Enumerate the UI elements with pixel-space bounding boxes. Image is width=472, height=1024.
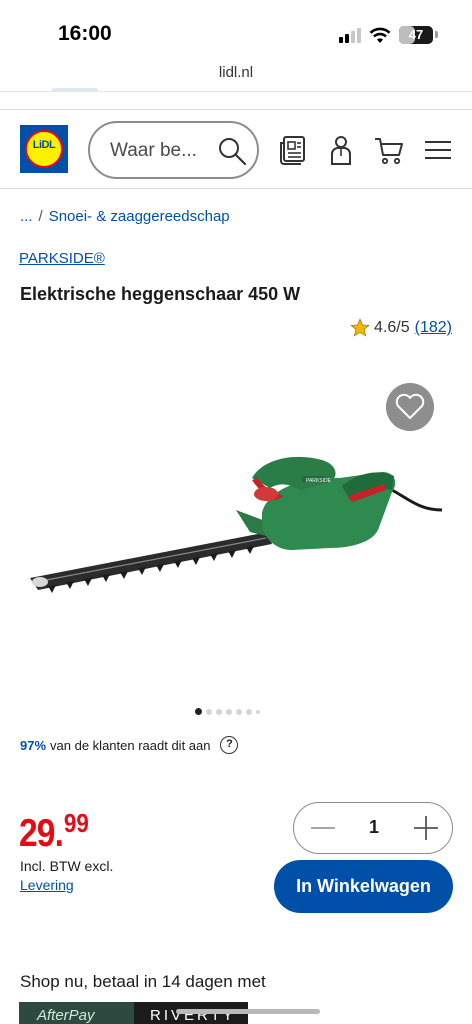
search-icon[interactable] bbox=[216, 135, 248, 167]
breadcrumb-ellipsis[interactable]: ... bbox=[20, 208, 33, 225]
search-box[interactable] bbox=[88, 121, 259, 179]
battery-text: 47 bbox=[408, 27, 424, 42]
payment-title: Shop nu, betaal in 14 dagen met bbox=[20, 972, 266, 991]
help-icon[interactable]: ? bbox=[220, 736, 239, 754]
svg-text:PARKSIDE: PARKSIDE bbox=[306, 478, 332, 484]
lidl-logo[interactable]: LiDL bbox=[20, 125, 68, 173]
carousel-dot[interactable] bbox=[256, 709, 260, 714]
account-icon[interactable] bbox=[325, 134, 357, 166]
breadcrumb-category[interactable]: Snoei- & zaaggereedschap bbox=[49, 208, 230, 225]
battery-icon: 47 bbox=[399, 26, 433, 44]
cart-icon[interactable] bbox=[373, 134, 405, 166]
afterpay-logo: AfterPay bbox=[19, 1002, 134, 1024]
plus-icon[interactable] bbox=[411, 813, 441, 843]
signal-icon bbox=[339, 28, 363, 43]
favorite-button[interactable] bbox=[386, 383, 434, 431]
url-divider bbox=[0, 91, 472, 92]
carousel-dot[interactable] bbox=[226, 708, 232, 715]
battery-tip bbox=[435, 31, 438, 38]
price-integer: 29. bbox=[19, 812, 64, 855]
recommend-text: van de klanten raadt dit aan bbox=[50, 737, 211, 753]
minus-icon[interactable] bbox=[308, 813, 338, 843]
quantity-stepper: 1 bbox=[293, 802, 453, 854]
tax-note: Incl. BTW excl. bbox=[20, 858, 114, 874]
price-cents: 99 bbox=[63, 808, 89, 838]
site-header: LiDL bbox=[0, 109, 472, 189]
url-text: lidl.nl bbox=[218, 64, 254, 81]
leaflet-icon[interactable] bbox=[277, 134, 309, 166]
rating: 4.6/5 (182) bbox=[350, 318, 452, 338]
carousel-dot[interactable] bbox=[206, 708, 212, 715]
breadcrumb-separator: / bbox=[38, 208, 43, 225]
status-bar: 16:00 47 bbox=[0, 0, 472, 58]
logo-text: LiDL bbox=[32, 139, 56, 151]
rating-value: 4.6/5 bbox=[374, 319, 410, 336]
delivery-link[interactable]: Levering bbox=[20, 877, 74, 893]
add-to-cart-button[interactable]: In Winkelwagen bbox=[274, 860, 453, 913]
review-count-link[interactable]: (182) bbox=[415, 319, 452, 337]
quantity-value[interactable]: 1 bbox=[354, 817, 394, 838]
home-indicator[interactable] bbox=[176, 1009, 320, 1014]
product-title: Elektrische heggenschaar 450 W bbox=[20, 284, 301, 304]
search-input[interactable] bbox=[110, 140, 210, 162]
url-bar[interactable]: lidl.nl bbox=[0, 58, 472, 92]
carousel-dot[interactable] bbox=[236, 708, 242, 715]
breadcrumb: ... / Snoei- & zaaggereedschap bbox=[20, 208, 230, 225]
recommend-percent: 97% bbox=[20, 737, 47, 753]
image-carousel-dots[interactable] bbox=[195, 708, 264, 715]
star-icon bbox=[350, 318, 370, 337]
recommendation: 97% van de klanten raadt dit aan ? bbox=[20, 736, 239, 754]
carousel-dot[interactable] bbox=[246, 708, 252, 715]
carousel-dot-active[interactable] bbox=[195, 708, 202, 715]
menu-icon[interactable] bbox=[422, 134, 454, 166]
brand-link[interactable]: PARKSIDE® bbox=[19, 250, 105, 267]
wifi-icon bbox=[369, 27, 391, 43]
carousel-dot[interactable] bbox=[216, 708, 222, 715]
status-time: 16:00 bbox=[58, 22, 112, 45]
price: 29.99 bbox=[19, 808, 89, 856]
